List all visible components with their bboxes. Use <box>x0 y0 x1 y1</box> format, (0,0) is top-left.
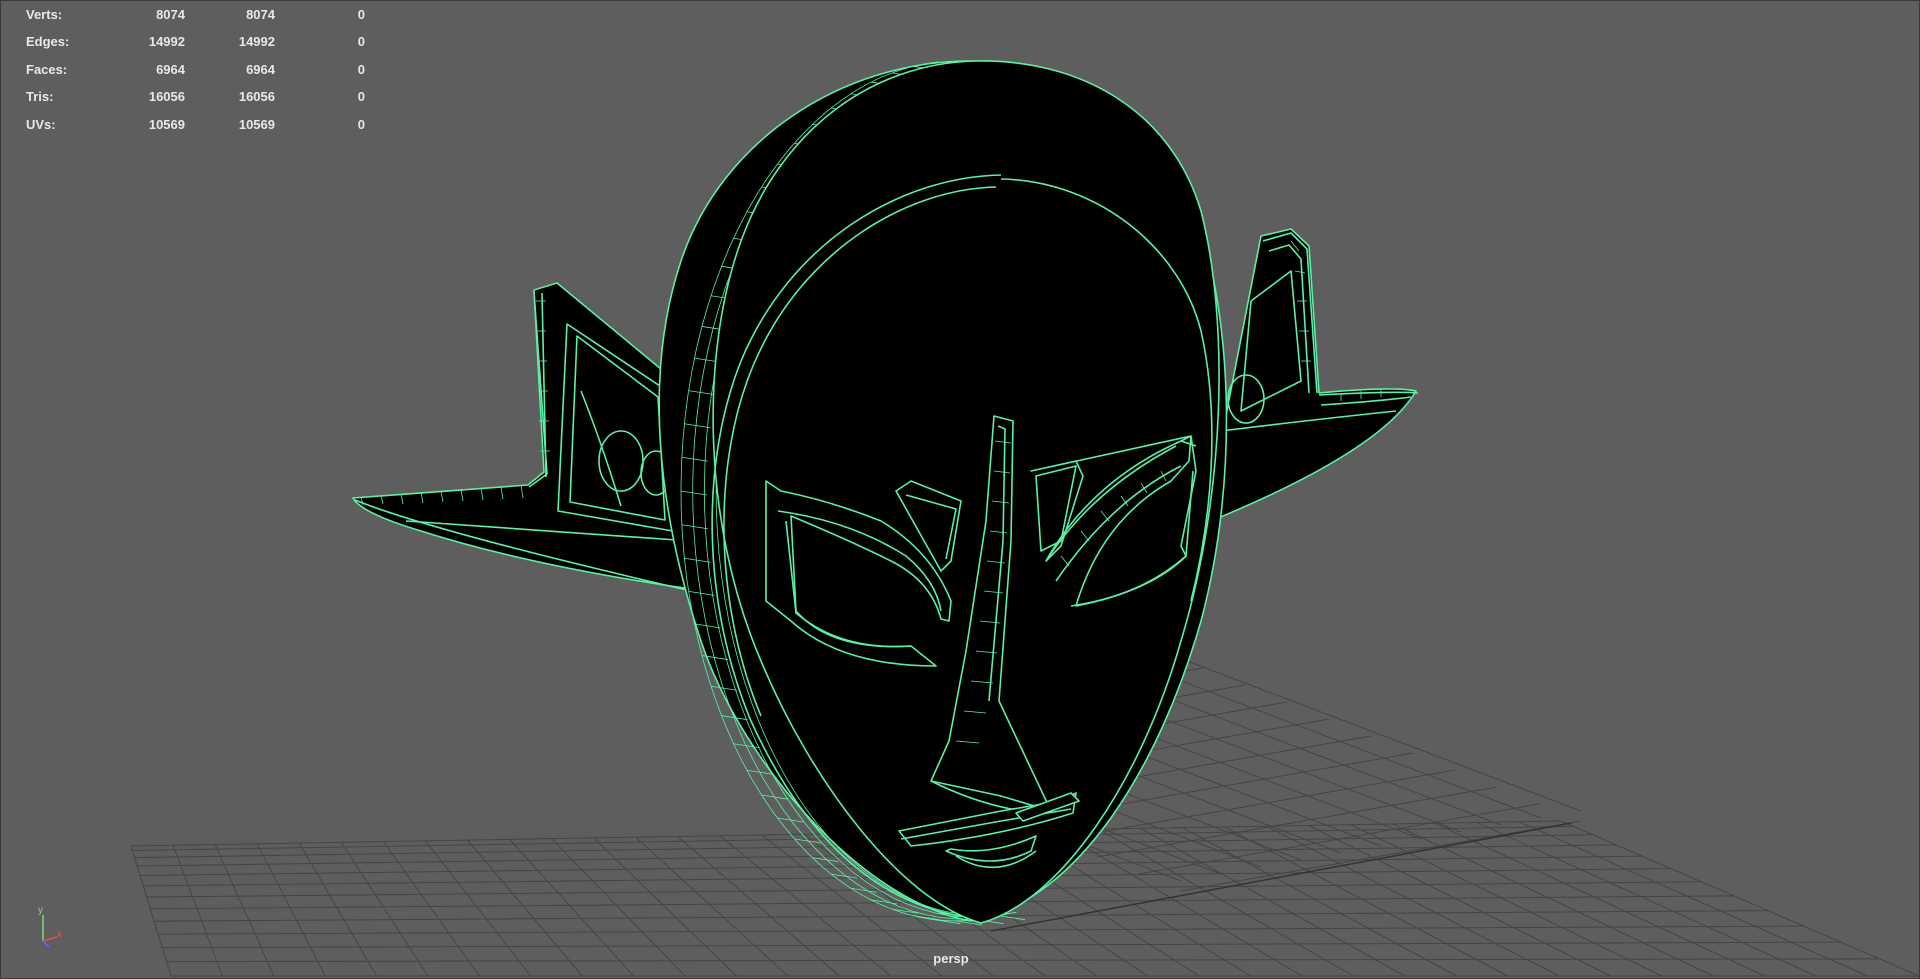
grid-line <box>1434 822 1765 977</box>
x-axis-label: x <box>57 929 62 940</box>
grid-line <box>1308 824 1611 977</box>
left-ear-edge-loops <box>360 300 550 506</box>
mask-model[interactable] <box>352 60 1419 926</box>
grid-line <box>1476 822 1817 977</box>
stat-value-component: 0 <box>357 7 365 22</box>
rim-edge <box>998 915 1026 921</box>
grid-line <box>1160 650 1582 812</box>
stat-row-faces: Faces: 6964 6964 0 <box>1 62 381 82</box>
stat-value-component: 0 <box>357 117 365 132</box>
y-axis-label: y <box>38 905 43 916</box>
3d-viewport[interactable]: Verts: 8074 8074 0 Edges: 14992 14992 0 … <box>0 0 1920 979</box>
scene-canvas[interactable] <box>1 1 1920 979</box>
stat-row-edges: Edges: 14992 14992 0 <box>1 34 381 54</box>
z-axis-line <box>42 940 50 948</box>
right-ear[interactable] <box>1210 228 1419 522</box>
x-axis-line <box>42 936 58 942</box>
axis-gizmo-icon: y x <box>38 905 62 948</box>
stat-row-tris: Tris: 16056 16056 0 <box>1 89 381 109</box>
stat-row-uvs: UVs: 10569 10569 0 <box>1 117 381 137</box>
grid-line <box>1224 826 1508 977</box>
grid-line <box>1266 825 1560 977</box>
grid-line <box>1350 824 1663 977</box>
stat-row-verts: Verts: 8074 8074 0 <box>1 7 381 27</box>
left-ear[interactable] <box>352 282 692 592</box>
stat-value-component: 0 <box>357 89 365 104</box>
stat-value-component: 0 <box>357 62 365 77</box>
camera-name-label: persp <box>933 951 969 966</box>
stat-value-component: 0 <box>357 34 365 49</box>
grid-line <box>1518 821 1868 977</box>
grid-line <box>1120 657 1542 819</box>
